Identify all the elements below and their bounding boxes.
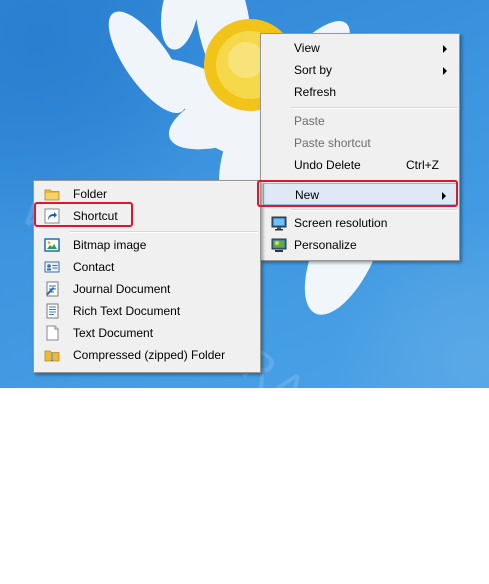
menu-separator	[291, 107, 457, 109]
menu-item-paste-shortcut[interactable]: Paste shortcut	[263, 132, 457, 154]
menu-item-shortcut: Ctrl+Z	[406, 158, 439, 172]
menu-separator	[291, 209, 457, 211]
menu-item-label: Rich Text Document	[73, 304, 181, 318]
menu-item-label: Compressed (zipped) Folder	[73, 348, 226, 362]
menu-item-label: Text Document	[73, 326, 154, 340]
menu-item-label: Personalize	[294, 238, 357, 252]
menu-item-refresh[interactable]: Refresh	[263, 81, 457, 103]
bitmap-image-icon	[44, 238, 60, 252]
contact-icon	[44, 261, 60, 273]
journal-document-icon	[46, 281, 59, 297]
menu-item-view[interactable]: View	[263, 37, 457, 59]
menu-item-paste[interactable]: Paste	[263, 110, 457, 132]
menu-item-label: Bitmap image	[73, 238, 147, 252]
menu-item-undo-delete[interactable]: Undo Delete Ctrl+Z	[263, 154, 457, 176]
menu-item-label: Paste shortcut	[294, 136, 371, 150]
menu-item-label: Refresh	[294, 85, 337, 99]
menu-item-personalize[interactable]: Personalize	[263, 234, 457, 256]
new-item-rich-text-document[interactable]: Rich Text Document	[36, 300, 258, 322]
menu-item-label: View	[294, 41, 320, 55]
rich-text-document-icon	[46, 303, 59, 319]
new-item-contact[interactable]: Contact	[36, 256, 258, 278]
menu-item-label: Sort by	[294, 63, 333, 77]
menu-item-label: Paste	[294, 114, 325, 128]
menu-item-label: Contact	[73, 260, 115, 274]
new-highlight-outline	[257, 180, 458, 207]
menu-separator	[70, 231, 258, 233]
new-item-journal-document[interactable]: Journal Document	[36, 278, 258, 300]
new-item-compressed-folder[interactable]: Compressed (zipped) Folder	[36, 344, 258, 366]
new-item-text-document[interactable]: Text Document	[36, 322, 258, 344]
text-document-icon	[46, 325, 59, 341]
submenu-arrow-icon	[443, 67, 447, 75]
menu-item-screen-resolution[interactable]: Screen resolution	[263, 212, 457, 234]
menu-item-sort-by[interactable]: Sort by	[263, 59, 457, 81]
menu-item-label: Screen resolution	[294, 216, 388, 230]
submenu-arrow-icon	[443, 45, 447, 53]
menu-item-label: Journal Document	[73, 282, 171, 296]
zip-folder-icon	[44, 350, 60, 362]
shortcut-highlight-outline	[34, 202, 133, 227]
screen-resolution-icon	[271, 216, 287, 231]
menu-item-label: Undo Delete	[294, 158, 361, 172]
new-item-bitmap-image[interactable]: Bitmap image	[36, 234, 258, 256]
desktop-context-menu: View Sort by Refresh Paste Paste shortcu…	[260, 33, 460, 261]
personalize-icon	[271, 238, 287, 252]
folder-icon	[44, 189, 60, 201]
